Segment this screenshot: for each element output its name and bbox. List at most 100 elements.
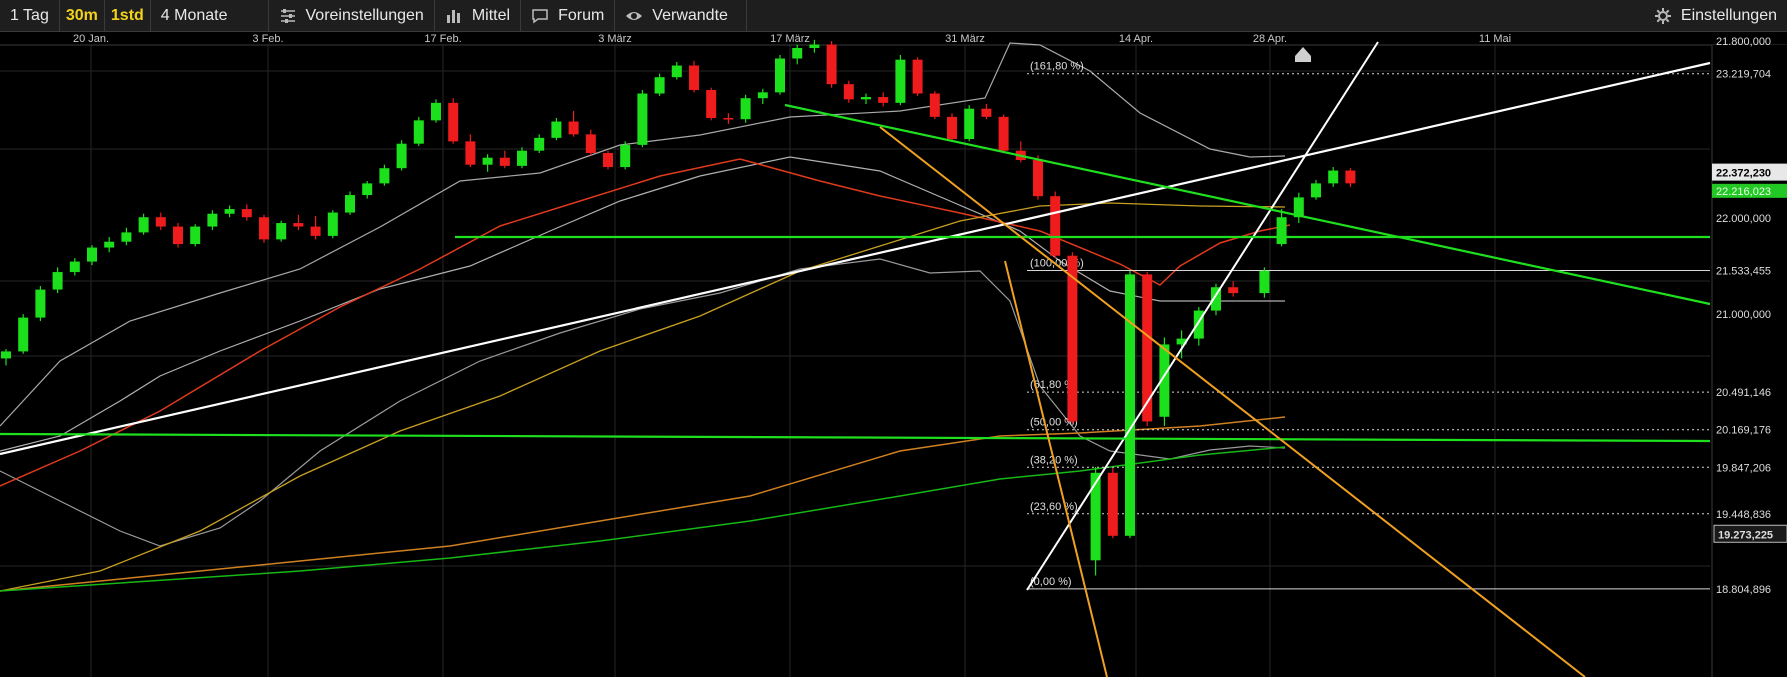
- candle: [757, 92, 768, 99]
- indicator-button[interactable]: Mittel: [435, 0, 522, 31]
- candle: [929, 93, 940, 117]
- candle: [1050, 196, 1061, 256]
- candle: [431, 102, 441, 121]
- candle: [775, 58, 785, 93]
- sliders-icon: [280, 8, 295, 23]
- indicator-label: Mittel: [471, 6, 511, 24]
- candle: [1328, 170, 1339, 184]
- candle: [138, 217, 149, 233]
- candle: [912, 59, 923, 94]
- candle: [327, 212, 338, 236]
- candle: [276, 223, 287, 240]
- x-tick-label: 3 Feb.: [252, 33, 283, 45]
- candle: [551, 121, 562, 138]
- period-button[interactable]: 4 Monate: [151, 0, 269, 31]
- candle: [362, 183, 373, 196]
- candle: [224, 209, 235, 214]
- trendline-down: [784, 103, 1711, 306]
- interval-1std-button[interactable]: 1std: [105, 0, 151, 31]
- forum-button[interactable]: Forum: [521, 0, 616, 31]
- x-tick-label: 31 März: [945, 33, 985, 45]
- candle: [585, 134, 596, 154]
- speech-bubble-icon: [532, 8, 548, 23]
- candle: [1311, 183, 1321, 198]
- fib-label: (161,80 %): [1030, 61, 1084, 73]
- chart-toolbar: 1 Tag 30m 1std 4 Monate Voreinstellungen…: [0, 0, 1787, 32]
- candle: [964, 108, 975, 140]
- presets-label: Voreinstellungen: [305, 6, 424, 24]
- settings-label: Einstellungen: [1680, 6, 1777, 24]
- candlestick-chart[interactable]: 20 Jan. 3 Feb. 17 Feb. 3 März 17 März 31 März…: [0, 31, 1787, 677]
- x-tick-label: 17 Feb.: [424, 33, 461, 45]
- candle: [568, 121, 579, 135]
- period-label: 4 Monate: [160, 6, 228, 24]
- range-label: 1 Tag: [10, 6, 49, 24]
- interval-30m-button[interactable]: 30m: [60, 0, 105, 31]
- y-tick-label: 21.000,000: [1716, 309, 1771, 321]
- candle: [241, 209, 252, 218]
- price-label: 19.847,206: [1716, 462, 1771, 474]
- related-label: Verwandte: [652, 6, 728, 24]
- candle: [155, 217, 166, 227]
- candle: [345, 195, 355, 213]
- candle: [448, 102, 459, 142]
- candle: [1033, 160, 1043, 197]
- candle: [861, 97, 871, 100]
- candle: [706, 90, 717, 119]
- bollinger-middle: [0, 156, 1285, 452]
- gear-icon: [1654, 7, 1671, 24]
- range-button[interactable]: 1 Tag: [0, 0, 60, 31]
- candle: [792, 48, 803, 59]
- candle: [207, 213, 218, 227]
- home-marker: [1295, 47, 1311, 62]
- y-tick-label: 21.800,000: [1716, 36, 1771, 48]
- candle: [1228, 287, 1239, 294]
- trendline-orange: [879, 126, 1586, 677]
- candle: [104, 241, 115, 248]
- x-axis: 20 Jan. 3 Feb. 17 Feb. 3 März 17 März 31 März…: [73, 33, 1511, 45]
- candle: [620, 144, 631, 168]
- x-tick-label: 14 Apr.: [1119, 33, 1153, 45]
- price-label: 21.533,455: [1716, 265, 1771, 277]
- x-tick-label: 11 Mai: [1479, 33, 1511, 45]
- eye-icon: [626, 11, 643, 20]
- candle: [396, 143, 407, 169]
- candle: [1125, 274, 1135, 536]
- y-tick-label: 22.000,000: [1716, 213, 1771, 225]
- settings-button[interactable]: Einstellungen: [1644, 0, 1787, 31]
- trendline-support: [0, 61, 1711, 456]
- candle: [18, 317, 29, 352]
- x-tick-label: 3 März: [598, 33, 632, 45]
- bar-chart-icon: [446, 9, 460, 23]
- candle: [947, 116, 957, 140]
- candle: [981, 108, 992, 117]
- candle: [740, 98, 751, 120]
- price-label: 18.804,896: [1716, 584, 1771, 596]
- candle: [998, 116, 1009, 151]
- fib-label: (0,00 %): [1030, 576, 1072, 588]
- candle: [259, 217, 269, 240]
- x-tick-label: 28 Apr.: [1253, 33, 1287, 45]
- trendline-rally: [1026, 41, 1379, 591]
- candle: [1259, 270, 1270, 294]
- candle: [809, 44, 820, 49]
- candle: [482, 157, 493, 165]
- x-tick-label: 17 März: [770, 33, 810, 45]
- candles: [1, 39, 1356, 576]
- candle: [895, 59, 906, 103]
- candle: [52, 272, 63, 290]
- interval-1std-label: 1std: [110, 6, 144, 24]
- candle: [1090, 472, 1101, 561]
- candle: [499, 157, 510, 166]
- candle: [723, 118, 734, 120]
- related-button[interactable]: Verwandte: [615, 0, 747, 31]
- candle: [654, 77, 665, 94]
- candle: [310, 226, 321, 236]
- candle: [35, 289, 46, 318]
- candle: [465, 141, 476, 165]
- price-label: 20.491,146: [1716, 387, 1771, 399]
- candle: [689, 65, 699, 91]
- candle: [69, 261, 80, 273]
- presets-button[interactable]: Voreinstellungen: [269, 0, 435, 31]
- trend-lines: [0, 41, 1711, 677]
